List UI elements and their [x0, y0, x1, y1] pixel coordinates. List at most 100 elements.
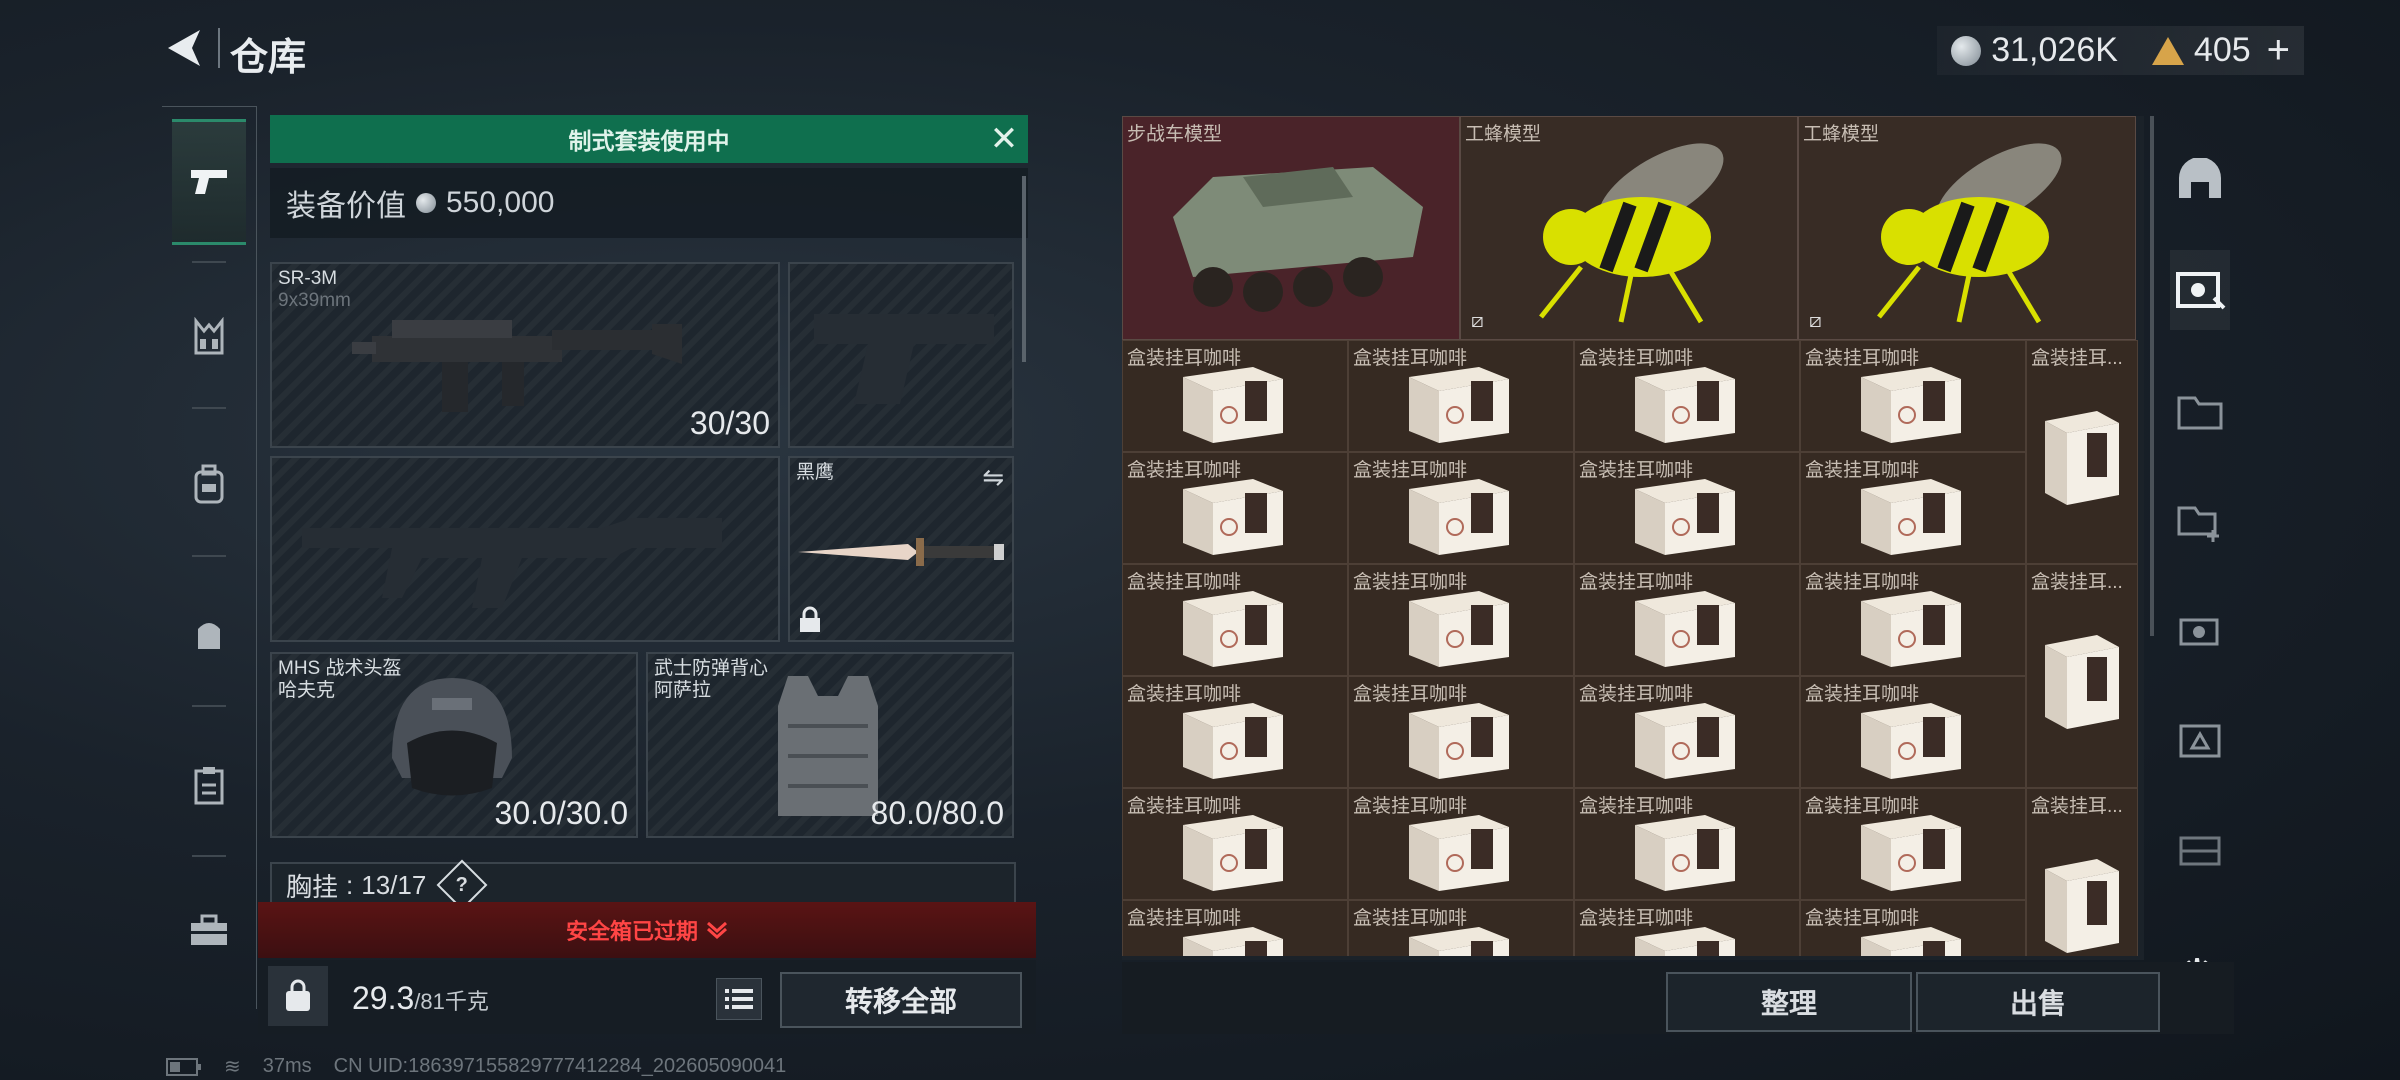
- knife-icon: [798, 538, 1004, 566]
- player-uid: CN UID:1863971558297774122​84_2026050900…: [333, 1055, 787, 1077]
- status-bar: ≋ 37ms CN UID:1863971558297774122​84_202…: [166, 1054, 786, 1079]
- page-title: 仓库: [230, 37, 307, 79]
- storage-item-coffee-box[interactable]: 盒装挂耳咖啡: [1348, 452, 1574, 564]
- transfer-all-button[interactable]: 转移全部: [780, 972, 1022, 1028]
- coffee-box-icon: [1635, 367, 1735, 443]
- rail-divider: [192, 555, 226, 557]
- rifle-silhouette-icon: [302, 518, 722, 608]
- warehouse-icon: [2176, 272, 2226, 310]
- rail-tab-weapons[interactable]: [172, 119, 246, 245]
- storage-item-coffee-box[interactable]: 盒装挂耳咖啡: [1800, 340, 2026, 452]
- storage-item-coffee-box[interactable]: 盒装挂耳咖啡: [1800, 452, 2026, 564]
- pistol-slot[interactable]: [788, 262, 1014, 448]
- pouch-icon: [198, 623, 220, 649]
- storage-item-coffee-box[interactable]: 盒装挂耳咖啡: [1348, 340, 1574, 452]
- storage-item-coffee-box[interactable]: 盒装挂耳咖啡: [1574, 676, 1800, 788]
- crate-icon: [2179, 836, 2221, 866]
- primary-weapon-slot[interactable]: SR-3M 9x39mm 30/30: [270, 262, 780, 448]
- storage-item-coffee-box[interactable]: 盒装挂耳咖啡: [1800, 676, 2026, 788]
- close-kit-button[interactable]: ✕: [984, 119, 1024, 159]
- storage-item-coffee-box[interactable]: 盒装挂耳咖啡: [1122, 452, 1348, 564]
- bee-model-icon: [1877, 143, 2062, 324]
- pistol-silhouette-icon: [814, 314, 994, 404]
- storage-item-worker-bee-model[interactable]: 工蜂模型 ⧄: [1460, 116, 1798, 340]
- storage-item-coffee-box[interactable]: 盒装挂耳咖啡: [1348, 676, 1574, 788]
- rail-tab-pouch[interactable]: [172, 575, 246, 695]
- storage-tab-add[interactable]: [2170, 480, 2230, 560]
- storage-item-ifv-model[interactable]: 步战车模型: [1122, 116, 1460, 340]
- safe-box-expired-banner[interactable]: 安全箱已过期: [258, 902, 1036, 958]
- equip-value-amount: 550,000: [446, 186, 555, 219]
- armor-durability: 80.0/80.0: [870, 795, 1004, 831]
- silver-coin-icon: [1951, 35, 1982, 66]
- storage-tab-2[interactable]: [2170, 700, 2230, 780]
- storage-item-coffee-box[interactable]: 盒装挂耳咖啡: [1574, 452, 1800, 564]
- storage-item-coffee-box[interactable]: 盒装挂耳咖啡: [1574, 564, 1800, 676]
- equipment-value: 装备价值 550,000: [270, 168, 1028, 238]
- rail-tab-toolbox[interactable]: [172, 871, 246, 991]
- storage-item-coffee-box[interactable]: 盒装挂耳咖啡: [1800, 564, 2026, 676]
- storage-item-coffee-box[interactable]: 盒装挂耳咖啡: [1122, 676, 1348, 788]
- storage-tab-warehouse[interactable]: [2170, 250, 2230, 330]
- silver-amount: 31,026K: [1991, 31, 2118, 69]
- storage-item-coffee-box-tall[interactable]: 盒装挂耳...: [2026, 564, 2138, 788]
- back-button[interactable]: [160, 24, 208, 72]
- helmet-slot[interactable]: MHS 战术头盔 哈夫克 30.0/30.0: [270, 652, 638, 838]
- storage-item-coffee-box-tall[interactable]: 盒装挂耳...: [2026, 788, 2138, 956]
- rail-divider: [192, 855, 226, 857]
- carry-weight: 29.3/81千克: [352, 980, 489, 1017]
- coffee-box-icon: [1861, 815, 1961, 891]
- coffee-box-icon: [1861, 591, 1961, 667]
- storage-item-coffee-box[interactable]: 盒装挂耳咖啡: [1574, 340, 1800, 452]
- storage-tab-1[interactable]: [2170, 810, 2230, 890]
- coffee-box-icon: [1409, 815, 1509, 891]
- list-view-button[interactable]: [716, 978, 762, 1020]
- coffee-box-icon: [1861, 703, 1961, 779]
- storage-item-coffee-box[interactable]: 盒装挂耳咖啡: [1800, 900, 2026, 956]
- storage-tab-3[interactable]: [2170, 590, 2230, 670]
- rail-tab-clipboard[interactable]: [172, 725, 246, 845]
- arch-icon: [2179, 158, 2221, 198]
- sell-button[interactable]: 出售: [1916, 972, 2160, 1032]
- rail-tab-chest-rig[interactable]: [172, 277, 246, 397]
- storage-tab-arch[interactable]: [2170, 140, 2230, 220]
- no-trade-icon: ⧄: [1809, 310, 1822, 332]
- storage-tab-4[interactable]: [2170, 370, 2230, 450]
- add-currency-button[interactable]: +: [2267, 28, 2290, 73]
- coffee-box-icon: [1409, 591, 1509, 667]
- storage-item-coffee-box-tall[interactable]: 盒装挂耳...: [2026, 340, 2138, 564]
- coffee-box-icon: [2045, 635, 2119, 729]
- melee-slot[interactable]: 黑鹰 ⇋: [788, 456, 1014, 642]
- secondary-weapon-slot[interactable]: [270, 456, 780, 642]
- storage-item-coffee-box[interactable]: 盒装挂耳咖啡: [1122, 340, 1348, 452]
- storage-item-coffee-box[interactable]: 盒装挂耳咖啡: [1800, 788, 2026, 900]
- storage-item-coffee-box[interactable]: 盒装挂耳咖啡: [1574, 788, 1800, 900]
- weapon-caliber: 9x39mm: [278, 290, 351, 311]
- storage-item-coffee-box[interactable]: 盒装挂耳咖啡: [1122, 788, 1348, 900]
- weight-current: 29.3: [352, 980, 415, 1016]
- storage-item-coffee-box[interactable]: 盒装挂耳咖啡: [1122, 900, 1348, 956]
- coffee-box-icon: [1183, 591, 1283, 667]
- weight-icon: [286, 979, 310, 1011]
- storage-item-coffee-box[interactable]: 盒装挂耳咖啡: [1574, 900, 1800, 956]
- storage-item-coffee-box[interactable]: 盒装挂耳咖啡: [1348, 564, 1574, 676]
- storage-item-coffee-box[interactable]: 盒装挂耳咖啡: [1348, 788, 1574, 900]
- battery-icon: [166, 1057, 201, 1076]
- ifv-model-icon: [1173, 167, 1423, 312]
- sort-button[interactable]: 整理: [1666, 972, 1912, 1032]
- storage-scrollbar[interactable]: [2150, 116, 2154, 636]
- weight-lock-button[interactable]: [268, 966, 328, 1026]
- storage-item-coffee-box[interactable]: 盒装挂耳咖啡: [1348, 900, 1574, 956]
- loadout-scrollbar[interactable]: [1022, 176, 1026, 362]
- rail-divider: [192, 705, 226, 707]
- pistol-icon: [191, 170, 227, 194]
- coffee-box-icon: [1635, 591, 1735, 667]
- rail-divider: [192, 261, 226, 263]
- swap-icon[interactable]: ⇋: [982, 462, 1004, 493]
- category-rail: [162, 106, 257, 1009]
- armor-slot[interactable]: 武士防弹背心 阿萨拉 80.0/80.0: [646, 652, 1014, 838]
- storage-item-coffee-box[interactable]: 盒装挂耳咖啡: [1122, 564, 1348, 676]
- helmet-durability: 30.0/30.0: [494, 795, 628, 831]
- storage-item-worker-bee-model[interactable]: 工蜂模型 ⧄: [1798, 116, 2136, 340]
- rail-tab-backpack[interactable]: [172, 425, 246, 545]
